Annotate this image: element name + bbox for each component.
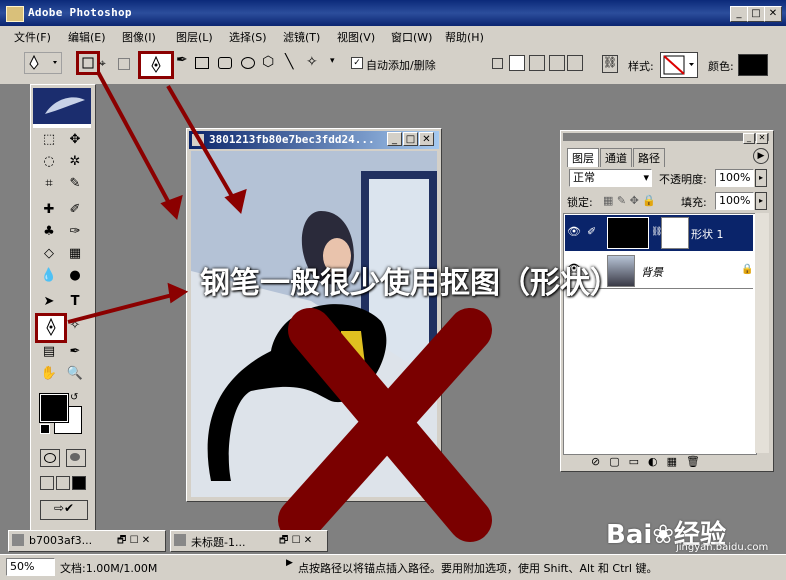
taskbar-doc-1-controls[interactable]: 🗗 ☐ ✕ bbox=[117, 533, 150, 550]
taskbar-doc-1[interactable]: b7003af3... 🗗 ☐ ✕ bbox=[8, 530, 166, 552]
taskbar-doc-2-controls[interactable]: 🗗 ☐ ✕ bbox=[279, 533, 312, 550]
zoom-input[interactable]: 50% bbox=[6, 558, 55, 576]
taskbar-doc-2-label: 未标题-1... bbox=[191, 536, 246, 549]
watermark-url: jingyan.baidu.com bbox=[676, 542, 769, 553]
taskbar-doc-1-icon bbox=[12, 534, 24, 546]
overlay-caption: 钢笔一般很少使用抠图（形状） bbox=[200, 266, 620, 301]
taskbar-doc-2[interactable]: 未标题-1... 🗗 ☐ ✕ bbox=[170, 530, 328, 552]
taskbar-doc-1-label: b7003af3... bbox=[29, 534, 93, 547]
taskbar-doc-2-icon bbox=[174, 534, 186, 546]
status-hint: 点按路径以将锚点插入路径。要用附加选项，使用 Shift、Alt 和 Ctrl … bbox=[298, 562, 658, 575]
doc-size: 文档:1.00M/1.00M bbox=[60, 562, 158, 575]
zoom-value: 50% bbox=[10, 560, 35, 573]
status-menu-arrow-icon[interactable]: ▶ bbox=[286, 558, 293, 568]
